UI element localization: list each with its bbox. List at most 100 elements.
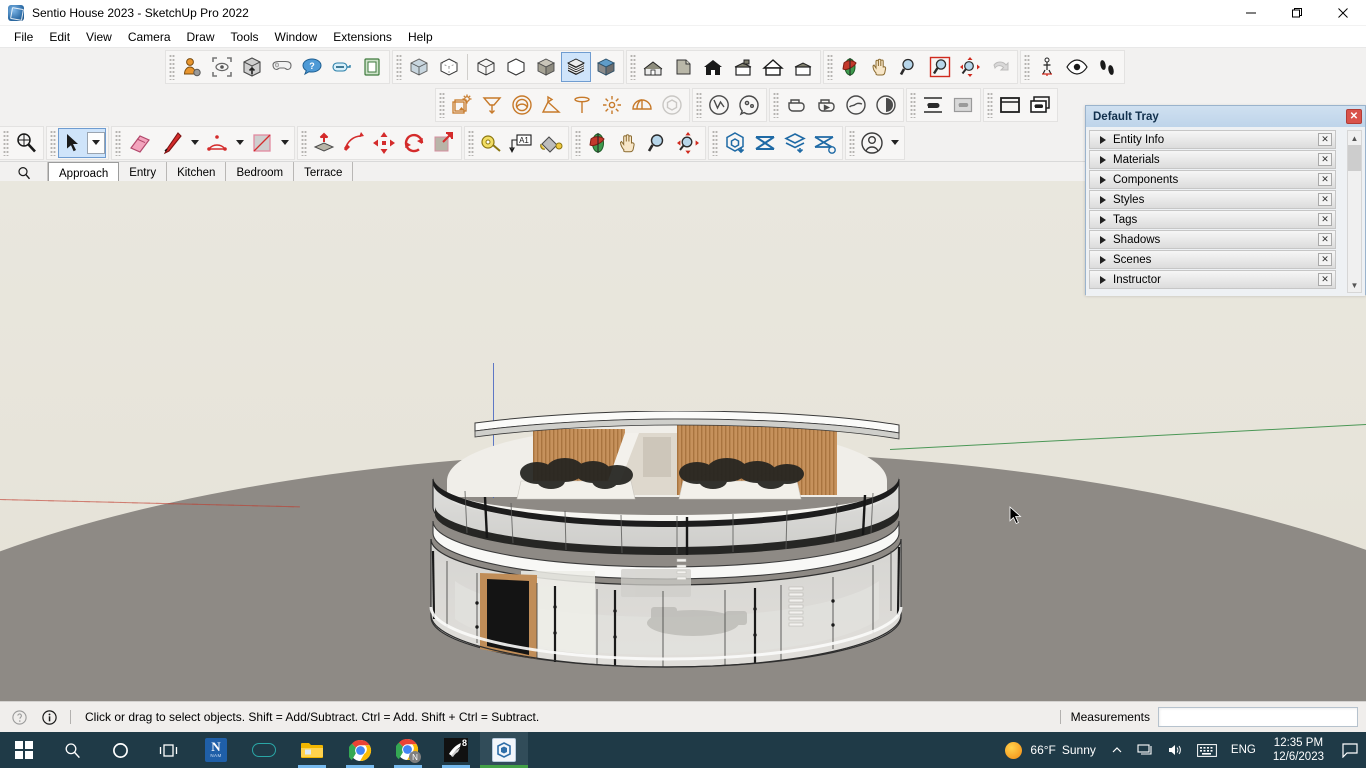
- language-indicator[interactable]: ENG: [1224, 732, 1263, 768]
- tray-panel-close-icon[interactable]: ✕: [1318, 273, 1332, 286]
- tray-panel-close-icon[interactable]: ✕: [1318, 213, 1332, 226]
- zoom-extents-icon[interactable]: [955, 52, 985, 82]
- chrome-profile-app[interactable]: N: [384, 732, 432, 768]
- scene-tab-entry[interactable]: Entry: [119, 162, 168, 183]
- tray-panel-close-icon[interactable]: ✕: [1318, 193, 1332, 206]
- walk-footsteps-icon[interactable]: [1092, 52, 1122, 82]
- tray-panel-instructor[interactable]: Instructor ✕: [1089, 270, 1336, 289]
- disc-light-icon[interactable]: [567, 90, 597, 120]
- tray-panel-close-icon[interactable]: ✕: [1318, 173, 1332, 186]
- keyboard-icon[interactable]: [1190, 732, 1224, 768]
- select-tool-dropdown[interactable]: [87, 131, 105, 154]
- front-view-house-icon[interactable]: [698, 52, 728, 82]
- zoom-extents-icon[interactable]: [673, 128, 703, 158]
- line-tool-dropdown[interactable]: [187, 128, 202, 158]
- vray-frame-buffer-icon[interactable]: [948, 90, 978, 120]
- monochrome-cube-icon[interactable]: [591, 52, 621, 82]
- move-icon[interactable]: [369, 128, 399, 158]
- file-explorer-app[interactable]: [288, 732, 336, 768]
- user-account-icon[interactable]: [857, 128, 887, 158]
- pan-hand-icon[interactable]: [613, 128, 643, 158]
- toolbar-grip[interactable]: [468, 129, 474, 156]
- photo-texture-icon[interactable]: [207, 52, 237, 82]
- look-around-eye-icon[interactable]: [1062, 52, 1092, 82]
- mesh-light-icon[interactable]: [657, 90, 687, 120]
- menu-window[interactable]: Window: [267, 27, 326, 47]
- info-circle-icon[interactable]: [38, 706, 60, 728]
- tray-panel-styles[interactable]: Styles ✕: [1089, 190, 1336, 209]
- scene-search-button[interactable]: [0, 162, 48, 183]
- arc-tool-dropdown[interactable]: [232, 128, 247, 158]
- point-light-icon[interactable]: [597, 90, 627, 120]
- nam-app[interactable]: N NAM: [192, 732, 240, 768]
- toolbar-grip[interactable]: [827, 54, 833, 80]
- tray-panel-close-icon[interactable]: ✕: [1318, 133, 1332, 146]
- orbit-icon[interactable]: [583, 128, 613, 158]
- toolbar-grip[interactable]: [169, 54, 175, 80]
- toolbar-grip[interactable]: [773, 92, 779, 118]
- toolbar-grip[interactable]: [3, 129, 9, 156]
- menu-file[interactable]: File: [6, 27, 41, 47]
- toolbar-grip[interactable]: [575, 129, 581, 156]
- follow-me-icon[interactable]: [339, 128, 369, 158]
- toolbar-grip[interactable]: [696, 92, 702, 118]
- menu-help[interactable]: Help: [400, 27, 441, 47]
- vray-viewport-icon[interactable]: [995, 90, 1025, 120]
- minimize-button[interactable]: [1228, 0, 1274, 26]
- tray-scroll-up-button[interactable]: ▲: [1348, 131, 1361, 145]
- vray-asset-editor-icon[interactable]: [704, 90, 734, 120]
- weather-widget[interactable]: 66°F Sunny: [997, 741, 1104, 759]
- maximize-button[interactable]: [1274, 0, 1320, 26]
- measurements-input[interactable]: [1158, 707, 1358, 727]
- terminal-app[interactable]: [240, 732, 288, 768]
- rotate-icon[interactable]: [399, 128, 429, 158]
- toolbar-grip[interactable]: [1024, 54, 1030, 80]
- toolbar-grip[interactable]: [630, 54, 636, 80]
- zoom-magnifier-icon[interactable]: [643, 128, 673, 158]
- wireframe-cube-icon[interactable]: [471, 52, 501, 82]
- tray-panel-tags[interactable]: Tags ✕: [1089, 210, 1336, 229]
- tray-panel-scenes[interactable]: Scenes ✕: [1089, 250, 1336, 269]
- context-help-icon[interactable]: [8, 706, 30, 728]
- zoom-target-icon[interactable]: [11, 128, 41, 158]
- menu-extensions[interactable]: Extensions: [325, 27, 400, 47]
- close-button[interactable]: [1320, 0, 1366, 26]
- zoom-magnifier-icon[interactable]: [895, 52, 925, 82]
- vray-batch-icon[interactable]: [871, 90, 901, 120]
- orbit-icon[interactable]: [835, 52, 865, 82]
- sketchup-app[interactable]: [480, 732, 528, 768]
- vray-render-interactive-icon[interactable]: [811, 90, 841, 120]
- top-view-house-icon[interactable]: [668, 52, 698, 82]
- add-location-person-icon[interactable]: [177, 52, 207, 82]
- connect-settings-icon[interactable]: [810, 128, 840, 158]
- tray-close-button[interactable]: ✕: [1346, 109, 1362, 124]
- eraser-icon[interactable]: [123, 128, 157, 158]
- tape-measure-icon[interactable]: [476, 128, 506, 158]
- toolbar-grip[interactable]: [987, 92, 993, 118]
- position-camera-icon[interactable]: [1032, 52, 1062, 82]
- previous-view-icon[interactable]: [985, 52, 1015, 82]
- scale-icon[interactable]: [429, 128, 459, 158]
- toolbar-grip[interactable]: [439, 92, 445, 118]
- iso-view-house-icon[interactable]: [638, 52, 668, 82]
- toolbar-grip[interactable]: [712, 129, 718, 156]
- chrome-app[interactable]: [336, 732, 384, 768]
- start-button[interactable]: [0, 732, 48, 768]
- model-publish-icon[interactable]: [720, 128, 750, 158]
- spot-light-icon[interactable]: [477, 90, 507, 120]
- sphere-light-icon[interactable]: [507, 90, 537, 120]
- 3d-warehouse-upload-icon[interactable]: [237, 52, 267, 82]
- tray-scroll-down-button[interactable]: ▼: [1348, 278, 1361, 292]
- select-arrow-icon[interactable]: [59, 128, 87, 158]
- left-view-house-icon[interactable]: [788, 52, 818, 82]
- network-icon[interactable]: [1130, 732, 1160, 768]
- vray-render-icon[interactable]: [781, 90, 811, 120]
- tray-panel-shadows[interactable]: Shadows ✕: [1089, 230, 1336, 249]
- tray-scroll-thumb[interactable]: [1348, 145, 1361, 171]
- layout-book-icon[interactable]: [357, 52, 387, 82]
- toolbar-grip[interactable]: [396, 54, 402, 80]
- clock-widget[interactable]: 12:35 PM 12/6/2023: [1263, 736, 1334, 764]
- xray-cube-icon[interactable]: [404, 52, 434, 82]
- search-button[interactable]: [48, 732, 96, 768]
- paint-bucket-icon[interactable]: [536, 128, 566, 158]
